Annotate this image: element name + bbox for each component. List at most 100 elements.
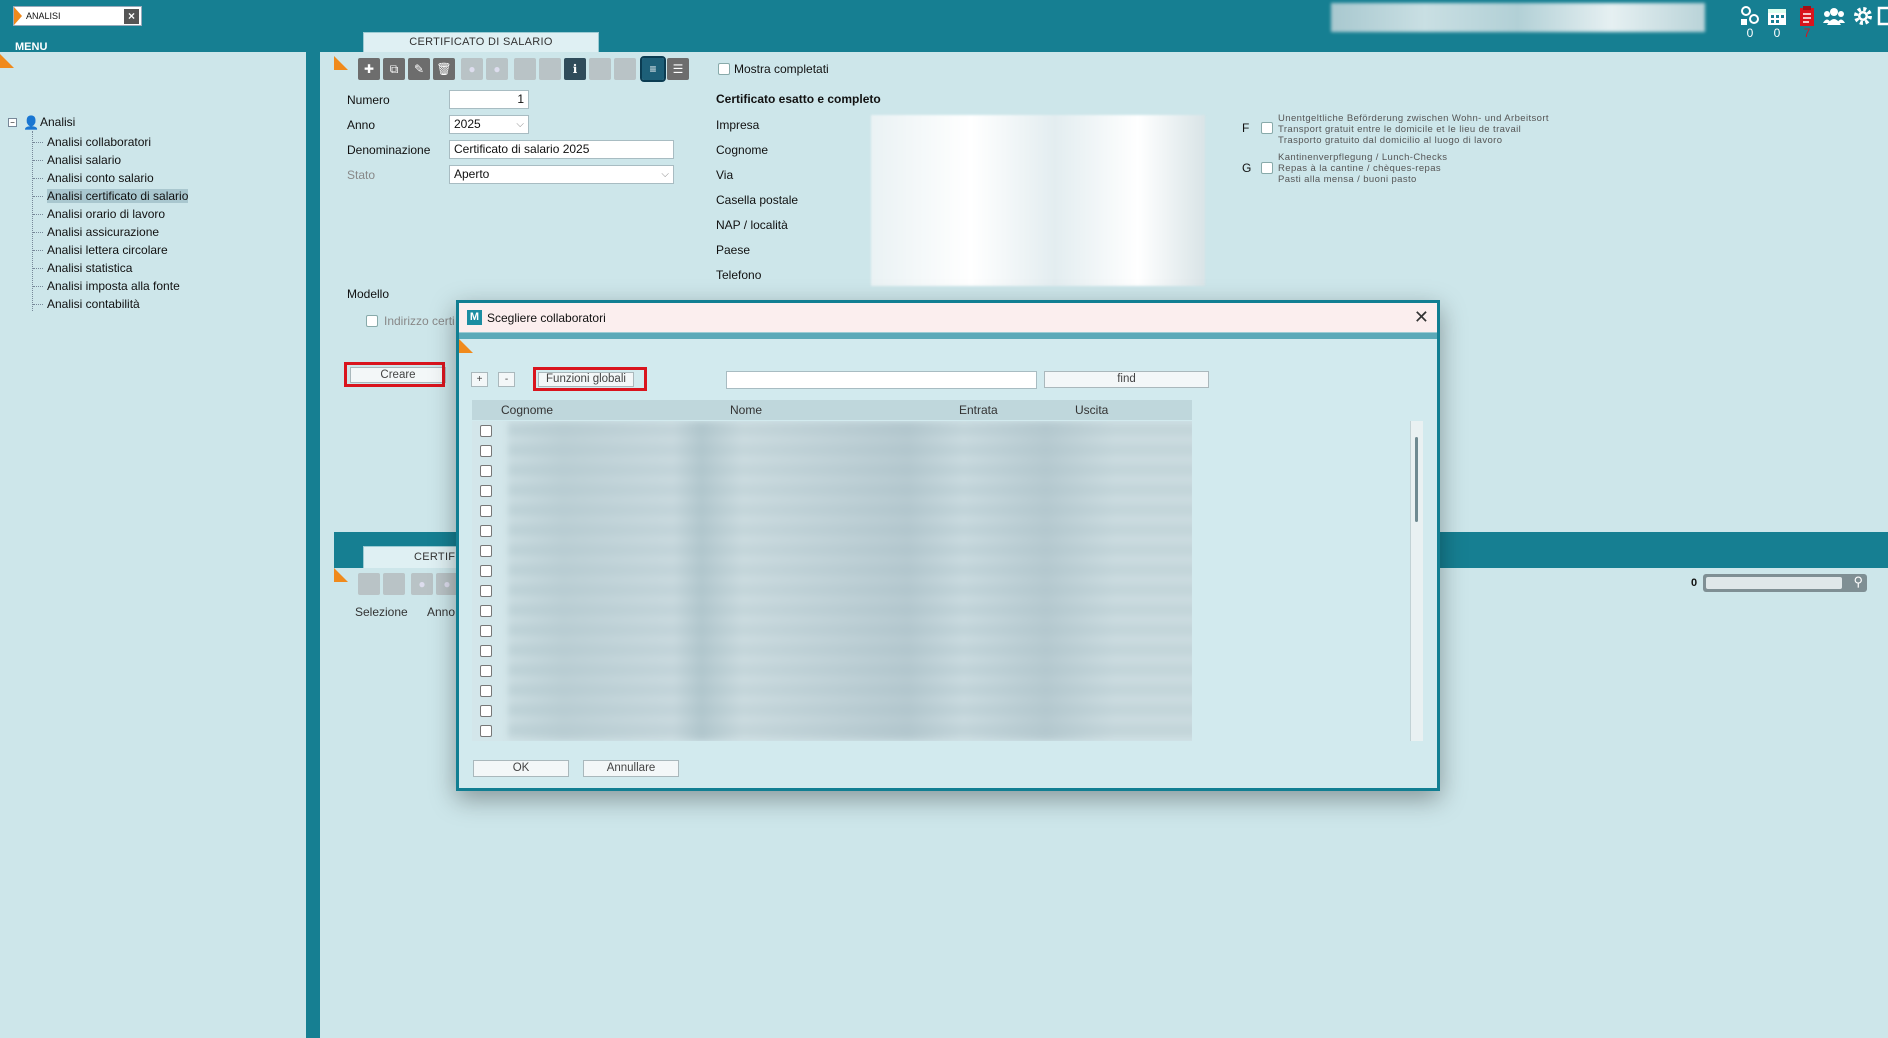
row-select-checkbox[interactable] [480,665,492,677]
sidebar-item-analisi-collaboratori[interactable]: Analisi collaboratori [8,133,188,151]
stato-select[interactable]: Aperto ⌵ [449,165,674,184]
edit-icon[interactable]: ✎ [408,58,430,80]
column-uscita[interactable]: Uscita [1075,403,1108,417]
collapse-all-button[interactable]: - [498,372,515,387]
flag-f-checkbox[interactable] [1261,122,1273,134]
sidebar-item-analisi-certificato-di-salario[interactable]: Analisi certificato di salario [8,187,189,205]
choose-collaborators-dialog: M Scegliere collaboratori ✕ + - Funzioni… [456,300,1440,791]
gear-icon[interactable] [1852,5,1874,27]
telefono-label: Telefono [716,268,762,282]
flag-g-checkbox[interactable] [1261,162,1273,174]
row-select-checkbox[interactable] [480,485,492,497]
company-address-blurred [871,115,1205,286]
tab-certificato-di-salario[interactable]: CERTIFICATO DI SALARIO [363,32,599,52]
menu-tree: − 👤 Analisi Analisi collaboratori Analis… [8,115,189,313]
row-select-checkbox[interactable] [480,505,492,517]
sidebar-item-label: Analisi orario di lavoro [47,207,166,221]
expand-all-button[interactable]: + [471,372,488,387]
denominazione-field[interactable]: Certificato di salario 2025 [449,140,674,159]
dialog-title: Scegliere collaboratori [487,311,606,325]
sidebar-item-label: Analisi collaboratori [47,135,152,149]
calendar-icon[interactable] [1766,5,1788,27]
column-selezione[interactable]: Selezione [355,605,408,619]
sidebar-item-analisi-contabilita[interactable]: Analisi contabilità [8,295,188,313]
close-module-icon[interactable]: × [124,9,139,24]
show-completed-checkbox[interactable] [718,63,730,75]
search-icon[interactable]: ⚲ [1853,574,1863,590]
close-icon[interactable]: ✕ [1414,307,1429,328]
sidebar-item-label: Analisi certificato di salario [47,189,189,203]
scrollbar-thumb[interactable] [1415,437,1418,522]
sidebar-item-analisi-statistica[interactable]: Analisi statistica [8,259,188,277]
list-search-input[interactable] [1706,577,1842,589]
sidebar-item-label: Analisi assicurazione [47,225,160,239]
grid-scrollbar[interactable] [1410,421,1423,741]
row-select-checkbox[interactable] [480,545,492,557]
highlight-create [344,362,445,387]
flag-g-letter: G [1242,161,1252,175]
row-select-checkbox[interactable] [480,565,492,577]
search-input[interactable] [726,371,1037,389]
copy-icon[interactable]: ⧉ [383,58,405,80]
flag-f-letter: F [1242,121,1250,135]
detail-view-icon[interactable]: ≡ [640,56,666,82]
row-select-checkbox[interactable] [480,685,492,697]
column-anno[interactable]: Anno [427,605,455,619]
anno-select[interactable]: 2025 ⌵ [449,115,529,134]
cognome-label: Cognome [716,143,769,157]
row-select-checkbox[interactable] [480,645,492,657]
numero-field[interactable]: 1 [449,90,529,109]
sidebar-item-label: Analisi conto salario [47,171,154,185]
row-select-checkbox[interactable] [480,445,492,457]
flag-g-line: Repas à la cantine / chèques-repas [1278,163,1442,174]
logout-icon[interactable] [1877,5,1888,27]
find-button[interactable]: find [1044,371,1209,388]
tab-certificati[interactable]: CERTIF [363,546,463,568]
row-select-checkbox[interactable] [480,585,492,597]
flag-g-line: Pasti alla mensa / buoni pasto [1278,174,1417,185]
via-label: Via [716,168,734,182]
row-select-checkbox[interactable] [480,625,492,637]
clipboard-icon[interactable] [1796,5,1818,27]
sidebar-item-label: Analisi contabilità [47,297,140,311]
list-search-bar[interactable]: ⚲ [1703,574,1867,592]
indirizzo-checkbox[interactable] [366,315,378,327]
sidebar-item-analisi-imposta-alla-fonte[interactable]: Analisi imposta alla fonte [8,277,188,295]
row-select-checkbox[interactable] [480,425,492,437]
tasks-icon[interactable] [1739,5,1761,27]
collapse-icon[interactable]: − [8,118,17,127]
tree-root-analisi[interactable]: − 👤 Analisi [8,115,188,133]
disabled-action-icon: ● [436,573,458,595]
sidebar-item-analisi-lettera-circolare[interactable]: Analisi lettera circolare [8,241,188,259]
cancel-button[interactable]: Annullare [583,760,679,777]
highlight-global-functions [533,367,647,391]
ok-button[interactable]: OK [473,760,569,777]
person-icon: 👤 [23,115,40,130]
panel-corner-marker [334,568,348,582]
disabled-action-icon [614,58,636,80]
stato-value: Aperto [454,167,490,181]
panel-corner-marker [334,56,348,70]
sidebar-item-analisi-orario-di-lavoro[interactable]: Analisi orario di lavoro [8,205,188,223]
sidebar-item-analisi-salario[interactable]: Analisi salario [8,151,188,169]
row-select-checkbox[interactable] [480,705,492,717]
row-select-checkbox[interactable] [480,605,492,617]
panel-corner-marker [0,54,14,68]
info-icon[interactable]: ℹ [564,58,586,80]
sidebar-item-analisi-assicurazione[interactable]: Analisi assicurazione [8,223,188,241]
row-select-checkbox[interactable] [480,525,492,537]
tree-root-label: Analisi [40,115,76,129]
column-entrata[interactable]: Entrata [959,403,998,417]
column-cognome[interactable]: Cognome [501,403,553,417]
row-select-checkbox[interactable] [480,465,492,477]
delete-icon[interactable]: 🗑 [433,58,455,80]
row-select-checkbox[interactable] [480,725,492,737]
flag-f-line: Trasporto gratuito dal domicilio al luog… [1278,135,1503,146]
add-icon[interactable]: ✚ [358,58,380,80]
disabled-action-icon: ● [486,58,508,80]
module-select[interactable]: ANALISI × [13,6,142,26]
users-icon[interactable] [1823,5,1845,27]
list-view-icon[interactable]: ☰ [667,58,689,80]
column-nome[interactable]: Nome [730,403,762,417]
sidebar-item-analisi-conto-salario[interactable]: Analisi conto salario [8,169,188,187]
